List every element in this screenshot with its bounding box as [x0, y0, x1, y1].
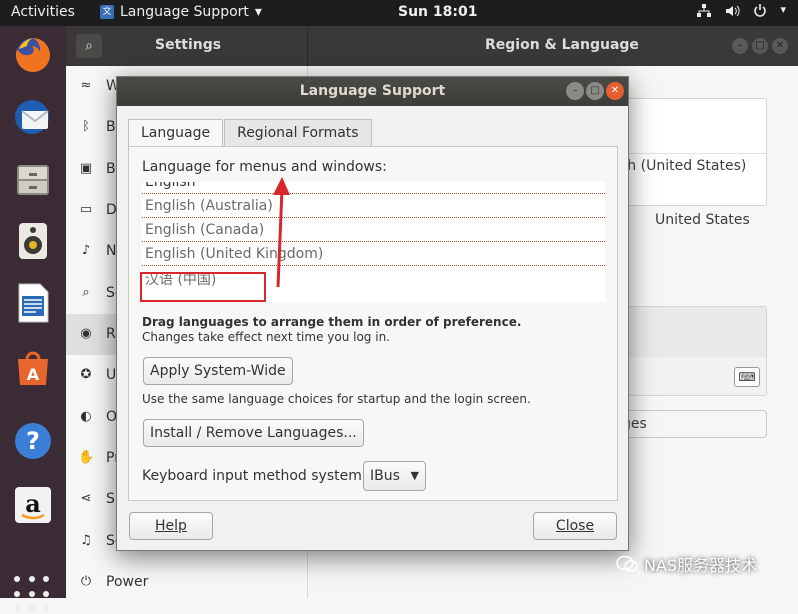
- help-button-label: Help: [155, 518, 187, 534]
- dock: A ? a: [0, 26, 66, 612]
- dialog-window-controls: – □ ✕: [566, 82, 624, 100]
- sidebar-item-icon: ◉: [80, 326, 92, 341]
- language-support-icon: 文: [100, 5, 114, 19]
- formats-value[interactable]: United States: [655, 212, 750, 228]
- help-icon[interactable]: ?: [10, 418, 56, 464]
- minimize-icon[interactable]: –: [732, 38, 748, 54]
- sidebar-item-icon: ♪: [81, 243, 91, 258]
- power-icon[interactable]: [752, 3, 768, 23]
- activities-button[interactable]: Activities: [11, 4, 75, 20]
- amazon-icon[interactable]: a: [10, 482, 56, 528]
- language-value[interactable]: sh (United States): [620, 158, 746, 174]
- thunderbird-icon[interactable]: [10, 94, 56, 140]
- sidebar-item-icon: ▣: [79, 161, 93, 176]
- list-item[interactable]: English (Australia): [142, 194, 605, 218]
- header-divider: [307, 26, 308, 66]
- volume-icon[interactable]: [724, 3, 741, 23]
- apply-system-wide-button[interactable]: Apply System-Wide: [143, 357, 293, 385]
- search-icon[interactable]: ⌕: [76, 34, 102, 58]
- sidebar-item-icon: ✋: [78, 450, 95, 465]
- top-bar: Activities 文 Language Support ▾ Sun 18:0…: [0, 0, 798, 26]
- input-method-value: IBus: [370, 468, 400, 484]
- list-item[interactable]: English (Canada): [142, 218, 605, 242]
- sidebar-item-icon: ≈: [80, 78, 92, 93]
- close-icon[interactable]: ✕: [606, 82, 624, 100]
- panel-title: Region & Language: [485, 37, 639, 53]
- sidebar-item[interactable]: ⏻ Power: [66, 562, 308, 603]
- changes-note: Changes take effect next time you log in…: [142, 330, 390, 344]
- watermark: NAS服务器技术: [616, 552, 757, 576]
- drag-note: Drag languages to arrange them in order …: [142, 315, 522, 329]
- rhythmbox-icon[interactable]: [10, 218, 56, 264]
- clock[interactable]: Sun 18:01: [398, 4, 477, 20]
- maximize-icon[interactable]: □: [586, 82, 604, 100]
- section-label: Language for menus and windows:: [142, 159, 387, 175]
- chevron-down-icon[interactable]: ▾: [780, 3, 786, 23]
- language-support-dialog: Language Support – □ ✕ Language Regional…: [116, 76, 629, 551]
- writer-icon[interactable]: [10, 280, 56, 326]
- show-applications-icon[interactable]: [14, 576, 52, 614]
- wechat-icon: [616, 555, 638, 572]
- files-icon[interactable]: [10, 156, 56, 202]
- maximize-icon[interactable]: □: [752, 38, 768, 54]
- sidebar-item-icon: ᛒ: [82, 119, 90, 134]
- sidebar-item-icon: ◐: [80, 409, 92, 424]
- close-icon[interactable]: ✕: [772, 38, 788, 54]
- tab-regional-formats[interactable]: Regional Formats: [224, 119, 372, 146]
- app-menu[interactable]: 文 Language Support ▾: [100, 4, 262, 20]
- sidebar-item-label: Power: [106, 574, 149, 590]
- annotation-arrow: [273, 177, 290, 288]
- sidebar-item-icon: ▭: [79, 202, 93, 217]
- firefox-icon[interactable]: [10, 32, 56, 78]
- list-item[interactable]: English: [142, 182, 605, 194]
- keyboard-input-label: Keyboard input method system:: [142, 468, 367, 484]
- keyboard-icon[interactable]: ⌨: [734, 367, 760, 387]
- sidebar-item-icon: ⌕: [82, 285, 90, 300]
- svg-text:a: a: [25, 489, 41, 518]
- list-item[interactable]: English (United Kingdom): [142, 242, 605, 266]
- input-method-select[interactable]: IBus ▼: [363, 461, 426, 491]
- apply-note: Use the same language choices for startu…: [142, 392, 531, 406]
- language-tab-panel: Language for menus and windows: English …: [128, 146, 618, 501]
- window-controls: – □ ✕: [732, 38, 788, 54]
- help-button[interactable]: Help: [129, 512, 213, 540]
- sidebar-item-icon: ♫: [80, 533, 92, 548]
- install-remove-languages-button[interactable]: Install / Remove Languages...: [143, 419, 364, 447]
- tab-language[interactable]: Language: [128, 119, 224, 147]
- minimize-icon[interactable]: –: [566, 82, 584, 100]
- app-menu-label: Language Support: [120, 4, 249, 20]
- dialog-titlebar: Language Support – □ ✕: [117, 77, 628, 106]
- chevron-down-icon: ▾: [254, 4, 262, 20]
- settings-header: ⌕ Settings Region & Language – □ ✕: [66, 26, 798, 66]
- network-icon[interactable]: [696, 3, 712, 23]
- svg-text:?: ?: [26, 427, 40, 455]
- watermark-text: NAS服务器技术: [644, 556, 758, 575]
- dialog-tabs: Language Regional Formats: [128, 119, 373, 147]
- software-icon[interactable]: A: [10, 344, 56, 390]
- highlight-box: [140, 272, 266, 302]
- dialog-title: Language Support: [299, 83, 446, 99]
- close-button-label: Close: [555, 518, 595, 534]
- settings-title: Settings: [155, 37, 222, 53]
- chevron-down-icon: ▼: [410, 469, 419, 482]
- sidebar-item-icon: ⋖: [80, 491, 92, 506]
- sidebar-item-icon: ✪: [80, 367, 92, 382]
- close-button[interactable]: Close: [533, 512, 617, 540]
- svg-text:A: A: [27, 365, 40, 384]
- system-tray[interactable]: ▾: [696, 3, 786, 23]
- sidebar-item-icon: ⏻: [80, 574, 92, 589]
